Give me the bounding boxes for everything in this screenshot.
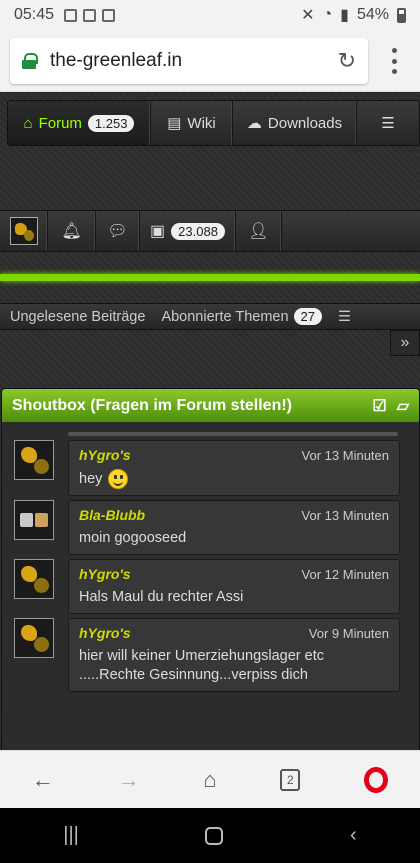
message-time: Vor 9 Minuten (308, 625, 389, 641)
shield-icon (83, 8, 97, 22)
bell-icon: 🔔︎ (61, 223, 82, 240)
message-time: Vor 13 Minuten (301, 507, 389, 523)
accent-divider (0, 274, 420, 281)
money-icon: ▣ (150, 223, 166, 240)
nav-downloads[interactable]: ☁ Downloads (233, 101, 357, 145)
message-text: hier will keiner Umerziehungslager etc .… (79, 648, 324, 683)
shoutbox-header: Shoutbox (Fragen im Forum stellen!) ☑ ▱ (2, 389, 419, 422)
nav-forum-label: Forum (38, 114, 82, 132)
battery-icon (397, 7, 406, 23)
reload-icon[interactable]: ↻ (338, 48, 356, 74)
mute-icon: ✕ (301, 7, 315, 24)
dot-icon (391, 58, 397, 64)
message-bubble: hYgro's Vor 12 Minuten Hals Maul du rech… (68, 559, 400, 614)
message-author[interactable]: hYgro's (79, 447, 131, 463)
message-time: Vor 12 Minuten (301, 566, 389, 582)
message-bubble: Bla-Blubb Vor 13 Minuten moin gogooseed (68, 500, 400, 555)
nav-wiki-label: Wiki (187, 114, 216, 132)
message-author[interactable]: Bla-Blubb (79, 507, 145, 523)
system-navigation: ||| ‹ (0, 808, 420, 863)
opera-menu-icon[interactable] (364, 766, 389, 793)
shoutbox-scrollbar[interactable] (68, 432, 398, 436)
avatar[interactable] (14, 559, 54, 599)
chat-icon: 💬︎ (107, 223, 128, 240)
subscribed-threads-link[interactable]: Abonnierte Themen 27 (145, 308, 323, 325)
user-avatar-button[interactable] (0, 211, 48, 251)
home-icon: ⌂ (23, 114, 33, 132)
status-time: 05:45 (14, 6, 55, 23)
system-indicators: ✕ ◔ ▮ 54% (301, 5, 406, 25)
avatar[interactable] (14, 440, 54, 480)
wifi-icon: ◔ (322, 6, 333, 23)
browser-toolbar: ← → ⌂ 2 (0, 750, 420, 808)
message-time: Vor 13 Minuten (301, 447, 389, 463)
avatar (9, 217, 38, 245)
nav-forum[interactable]: ⌂ Forum 1.253 (8, 101, 151, 145)
message-text: moin gogooseed (79, 530, 187, 546)
system-back-icon[interactable]: ‹ (350, 824, 357, 847)
home-icon[interactable]: ⌂ (203, 767, 216, 793)
user-bar: 🔔︎ 💬︎ ▣ 23.088 👤︎ (0, 210, 420, 252)
browser-menu-button[interactable] (384, 48, 404, 74)
battery-level: 54% (356, 6, 389, 23)
status-bar: 05:45 ✕ ◔ ▮ 54% (0, 0, 420, 30)
nav-wiki[interactable]: ▤ Wiki (151, 101, 233, 145)
dot-icon (391, 69, 397, 74)
recent-apps-icon[interactable]: ||| (63, 824, 79, 847)
notification-icons (64, 8, 116, 22)
gallery-icon (64, 8, 78, 22)
message-bubble: hYgro's Vor 13 Minuten hey (68, 440, 400, 496)
smiley-icon (108, 469, 129, 489)
url-text: the-greenleaf.in (50, 50, 183, 71)
subscribed-threads-label: Abonnierte Themen (161, 308, 289, 325)
signal-icon: ▮ (340, 7, 349, 24)
shoutbox-title: Shoutbox (Fragen im Forum stellen!) (12, 396, 293, 414)
sub-navbar: Ungelesene Beiträge Abonnierte Themen 27… (0, 303, 420, 330)
web-content: ⌂ Forum 1.253 ▤ Wiki ☁ Downloads ☰ 🔔︎ 💬︎… (0, 93, 420, 750)
expand-button[interactable]: » (390, 330, 420, 356)
message-author[interactable]: hYgro's (79, 566, 131, 582)
checkbox-icon[interactable]: ☑ (372, 396, 386, 416)
unread-posts-link[interactable]: Ungelesene Beiträge (0, 309, 145, 325)
points-badge: 23.088 (171, 222, 225, 240)
back-icon[interactable]: ← (32, 767, 54, 793)
message-bubble: hYgro's Vor 9 Minuten hier will keiner U… (68, 618, 400, 692)
subnav-menu-button[interactable]: ☰ (322, 309, 351, 325)
message-text: Hals Maul du rechter Assi (79, 589, 244, 605)
lock-icon (22, 53, 38, 69)
shoutbox-actions: ☑ ▱ (372, 396, 419, 416)
address-bar: the-greenleaf.in ↻ (0, 30, 420, 92)
double-chevron-right-icon: » (400, 334, 410, 351)
cloud-download-icon: ☁ (246, 115, 262, 132)
system-home-icon[interactable] (205, 826, 224, 845)
nav-menu-button[interactable]: ☰ (357, 101, 419, 145)
book-icon: ▤ (167, 115, 182, 132)
user-icon: 👤︎ (248, 223, 269, 240)
list-icon: ☰ (338, 308, 352, 325)
forward-icon[interactable]: → (118, 767, 140, 793)
avatar[interactable] (14, 618, 54, 658)
nav-downloads-label: Downloads (267, 114, 343, 132)
list-icon: ☰ (381, 115, 395, 132)
unread-posts-label: Ungelesene Beiträge (10, 308, 146, 325)
avatar[interactable] (14, 500, 54, 540)
url-field[interactable]: the-greenleaf.in ↻ (10, 38, 368, 84)
messages-button[interactable]: 💬︎ (96, 211, 140, 251)
tabs-button[interactable]: 2 (280, 768, 301, 791)
points-button[interactable]: ▣ 23.088 (140, 211, 236, 251)
notifications-button[interactable]: 🔔︎ (48, 211, 96, 251)
clipboard-icon (102, 8, 116, 22)
main-navbar: ⌂ Forum 1.253 ▤ Wiki ☁ Downloads ☰ (7, 100, 420, 146)
folder-open-icon[interactable]: ▱ (397, 396, 409, 416)
message-text: hey (79, 469, 389, 489)
shoutbox: Shoutbox (Fragen im Forum stellen!) ☑ ▱ … (1, 388, 420, 750)
message-author[interactable]: hYgro's (79, 625, 131, 641)
subscribed-count-badge: 27 (293, 308, 323, 325)
dot-icon (391, 48, 397, 53)
forum-count-badge: 1.253 (87, 114, 135, 132)
message-text-content: hey (79, 470, 103, 487)
profile-button[interactable]: 👤︎ (236, 211, 282, 251)
